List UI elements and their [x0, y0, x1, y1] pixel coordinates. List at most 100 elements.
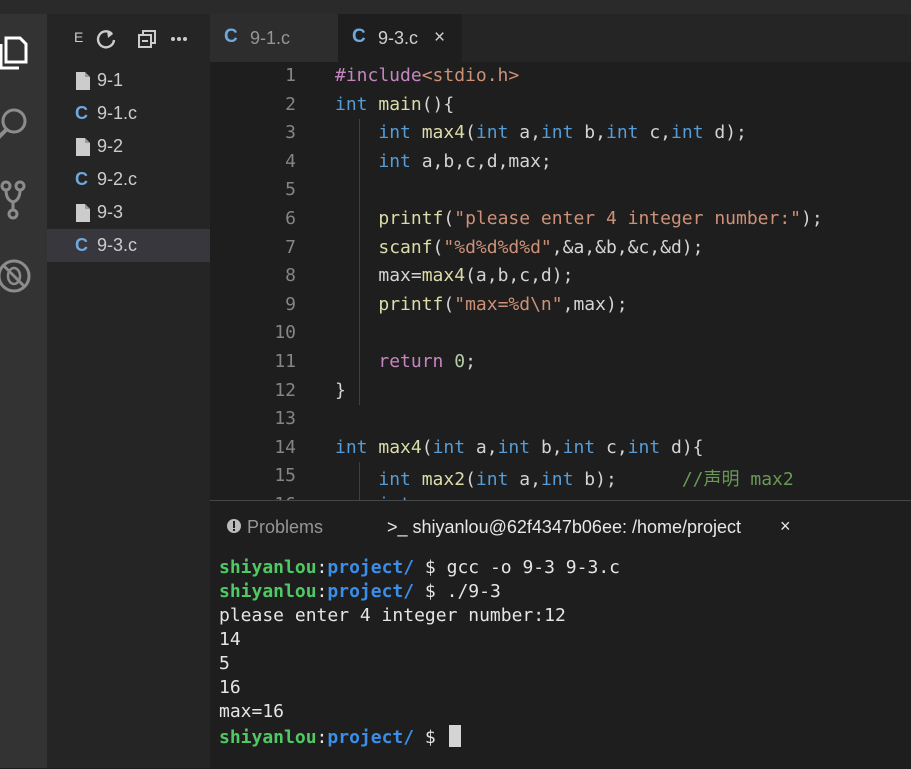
code-token: printf: [378, 208, 444, 229]
code-text: #include<stdio.h>: [335, 65, 519, 86]
output-text: 16: [219, 677, 241, 698]
prompt-separator: :: [316, 727, 328, 748]
line-number: 8: [285, 265, 296, 287]
prompt-command: $: [414, 727, 447, 748]
code-token: int: [475, 469, 509, 491]
explorer-title: E: [74, 29, 84, 45]
prompt-path: project/: [327, 557, 415, 578]
output-text: 14: [219, 629, 241, 650]
file-name: 9-2.c: [97, 169, 138, 189]
line-number: 14: [274, 436, 296, 458]
prompt-separator: :: [316, 581, 328, 602]
tab-problems[interactable]: Problems: [226, 517, 323, 538]
code-token: main: [378, 93, 422, 115]
explorer-header: E: [47, 14, 210, 64]
file-item[interactable]: C 9-2.c: [47, 163, 210, 196]
code-token: int: [671, 122, 704, 144]
code-token: c,: [595, 436, 628, 458]
code-text: max=max4(a,b,c,d);: [335, 265, 573, 286]
file-name: 9-3: [97, 202, 124, 222]
code-text: scanf("%d%d%d%d",&a,&b,&c,&d);: [335, 237, 703, 258]
c-file-icon: C: [352, 26, 366, 47]
file-item[interactable]: C 9-3.c: [47, 229, 210, 262]
close-icon[interactable]: ×: [434, 27, 445, 49]
tab-terminal[interactable]: >_ shiyanlou@62f4347b06ee: /home/project: [387, 517, 741, 538]
terminal-line: 16: [219, 677, 241, 698]
collapse-all-icon[interactable]: [136, 28, 158, 50]
c-file-icon: C: [224, 26, 238, 47]
refresh-icon[interactable]: [95, 28, 117, 50]
file-icon: [74, 203, 92, 223]
line-number: 6: [285, 208, 296, 229]
terminal-tab-label: >_ shiyanlou@62f4347b06ee: /home/project: [387, 517, 742, 537]
code-line: 14 int max4(int a,int b,int c,int d){: [210, 434, 911, 463]
debug-icon[interactable]: [0, 256, 34, 296]
code-token: #include: [335, 65, 422, 86]
code-token: ,max);: [562, 293, 628, 315]
code-text: int a,b,c,d,max;: [335, 151, 551, 172]
output-text: max=16: [219, 701, 285, 722]
file-item[interactable]: C 9-1.c: [47, 97, 210, 130]
code-line: 7 scanf("%d%d%d%d",&a,&b,&c,&d);: [210, 234, 911, 263]
code-token: int: [432, 436, 466, 458]
code-token: printf: [378, 293, 444, 315]
close-icon[interactable]: ×: [780, 516, 791, 537]
tab-9-3-c[interactable]: C 9-3.c ×: [338, 14, 462, 62]
code-text: return 0;: [335, 351, 476, 372]
code-token: return: [378, 351, 444, 372]
source-control-icon[interactable]: [0, 180, 34, 220]
line-number: 4: [285, 150, 296, 172]
code-token: b,: [573, 122, 606, 144]
more-actions-icon[interactable]: [168, 28, 190, 50]
tab-label: 9-1.c: [250, 28, 291, 48]
file-name: 9-1: [97, 70, 124, 90]
prompt-command: $ ./9-3: [414, 581, 501, 602]
line-number: 13: [274, 408, 296, 430]
code-token: (: [465, 469, 476, 491]
code-editor[interactable]: 1 #include<stdio.h> 2 int main(){3 int max4…: [210, 62, 911, 500]
code-token: //声明 max2: [681, 469, 794, 491]
code-token: a,: [508, 469, 541, 491]
code-token: max4: [421, 122, 466, 144]
line-number: 12: [274, 379, 296, 401]
problems-label: Problems: [247, 517, 324, 537]
code-token: (: [432, 236, 444, 258]
output-text: 5: [219, 653, 230, 674]
terminal-line: shiyanlou:project/ $: [219, 725, 461, 748]
code-text: printf("please enter 4 integer number:")…: [335, 208, 822, 229]
code-token: ;: [465, 351, 476, 372]
terminal-line: shiyanlou:project/ $ ./9-3: [219, 581, 501, 602]
title-bar: [0, 0, 911, 14]
code-token: (){: [421, 93, 455, 115]
output-text: please enter 4 integer number:12: [219, 605, 566, 626]
code-token: scanf: [378, 236, 433, 258]
code-token: }: [335, 379, 346, 401]
code-token: int: [378, 469, 411, 491]
code-line: 15 int max2(int a,int b); //声明 max2: [210, 462, 911, 491]
prompt-path: project/: [327, 581, 415, 602]
code-token: "please enter 4 integer number:": [454, 208, 802, 229]
terminal-line: please enter 4 integer number:12: [219, 605, 566, 626]
line-number: 9: [285, 293, 296, 315]
code-token: int: [540, 122, 574, 144]
code-token: d){: [660, 436, 704, 458]
code-token: d);: [703, 122, 747, 144]
code-token: c,: [638, 122, 672, 144]
code-line: 4 int a,b,c,d,max;: [210, 148, 911, 177]
file-name: 9-3.c: [97, 235, 138, 255]
code-line: 5: [210, 176, 911, 205]
file-item[interactable]: 9-1: [47, 64, 210, 97]
tab-9-1-c[interactable]: C 9-1.c: [210, 14, 338, 62]
file-item[interactable]: 9-3: [47, 196, 210, 229]
code-line: 2 int main(){: [210, 91, 911, 120]
search-icon[interactable]: [0, 104, 34, 144]
line-number: 10: [274, 322, 296, 344]
explorer-icon[interactable]: [0, 30, 34, 70]
code-token: (: [465, 122, 476, 144]
code-token: int: [562, 436, 596, 458]
prompt-user: shiyanlou: [219, 581, 317, 602]
file-item[interactable]: 9-2: [47, 130, 210, 163]
